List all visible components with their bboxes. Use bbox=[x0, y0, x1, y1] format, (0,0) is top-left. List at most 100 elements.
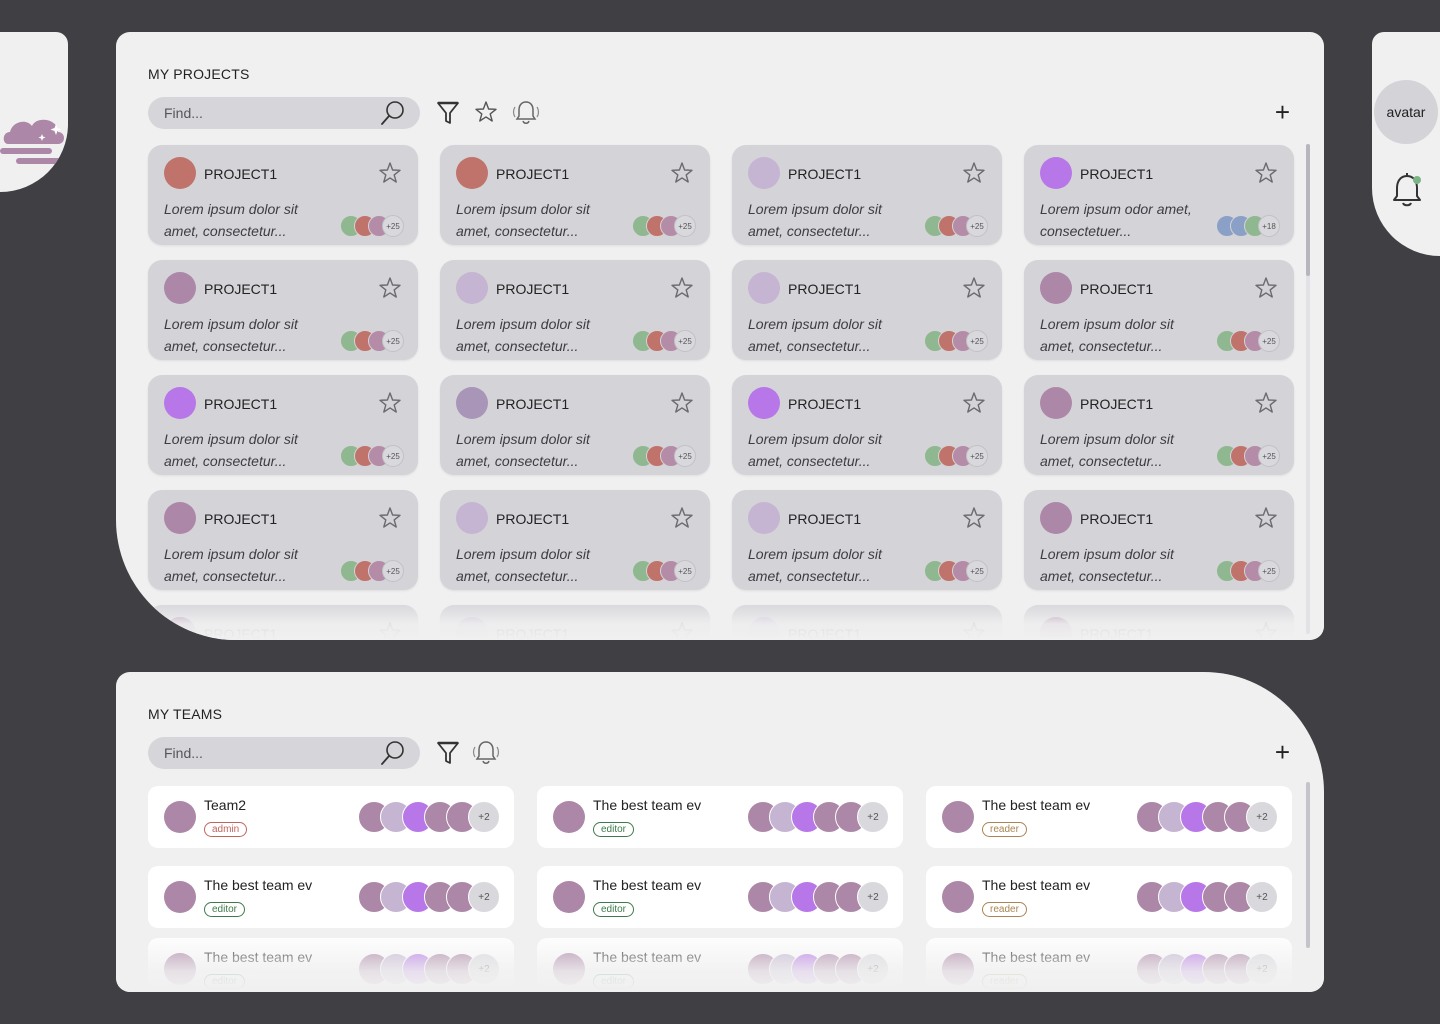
favorite-star-icon[interactable] bbox=[378, 391, 402, 415]
team-members[interactable]: +2 bbox=[1136, 801, 1278, 833]
project-members[interactable]: +25 bbox=[632, 215, 696, 237]
project-card[interactable]: PROJECT1Lorem ipsum dolor sit amet, cons… bbox=[440, 605, 710, 640]
favorite-star-icon[interactable] bbox=[670, 276, 694, 300]
favorite-star-icon[interactable] bbox=[378, 506, 402, 530]
project-members[interactable]: +25 bbox=[340, 330, 404, 352]
project-members[interactable]: +25 bbox=[924, 445, 988, 467]
add-team-button[interactable]: + bbox=[1275, 739, 1290, 765]
favorite-star-icon[interactable] bbox=[670, 161, 694, 185]
favorite-star-icon[interactable] bbox=[962, 391, 986, 415]
teams-scrollbar[interactable] bbox=[1306, 782, 1310, 948]
project-card[interactable]: PROJECT1Lorem ipsum dolor sit amet, cons… bbox=[1024, 605, 1294, 640]
team-members[interactable]: +2 bbox=[747, 953, 889, 985]
project-members[interactable]: +25 bbox=[340, 560, 404, 582]
favorites-star-icon[interactable] bbox=[474, 100, 498, 124]
project-card[interactable]: PROJECT1Lorem ipsum dolor sit amet, cons… bbox=[440, 260, 710, 360]
search-icon[interactable] bbox=[380, 740, 406, 766]
more-members-badge: +2 bbox=[1246, 801, 1278, 833]
projects-scrollbar-thumb[interactable] bbox=[1306, 144, 1310, 276]
project-card[interactable]: PROJECT1Lorem ipsum dolor sit amet, cons… bbox=[148, 145, 418, 245]
more-members-badge: +25 bbox=[382, 560, 404, 582]
project-card[interactable]: PROJECT1 Lorem ipsum odor amet, consectet… bbox=[1024, 145, 1294, 245]
favorite-star-icon[interactable] bbox=[962, 621, 986, 640]
favorite-star-icon[interactable] bbox=[1254, 621, 1278, 640]
team-members[interactable]: +2 bbox=[1136, 953, 1278, 985]
favorite-star-icon[interactable] bbox=[670, 621, 694, 640]
favorite-star-icon[interactable] bbox=[1254, 276, 1278, 300]
project-members[interactable]: +25 bbox=[632, 560, 696, 582]
project-card[interactable]: PROJECT1Lorem ipsum dolor sit amet, cons… bbox=[148, 375, 418, 475]
project-card[interactable]: PROJECT1Lorem ipsum dolor sit amet, cons… bbox=[1024, 490, 1294, 590]
team-members[interactable]: +2 bbox=[358, 881, 500, 913]
project-members[interactable]: +25 bbox=[340, 445, 404, 467]
project-card[interactable]: PROJECT1Lorem ipsum dolor sit amet, cons… bbox=[440, 490, 710, 590]
project-card[interactable]: PROJECT1Lorem ipsum dolor sit amet, cons… bbox=[1024, 260, 1294, 360]
project-card[interactable]: PROJECT1Lorem ipsum dolor sit amet, cons… bbox=[732, 490, 1002, 590]
team-card[interactable]: The best team ev editor +2 bbox=[537, 938, 903, 992]
project-members[interactable]: +25 bbox=[1216, 445, 1280, 467]
notifications-bell-icon[interactable] bbox=[472, 738, 500, 766]
filter-icon[interactable] bbox=[436, 740, 460, 766]
project-card[interactable]: PROJECT1Lorem ipsum dolor sit amet, cons… bbox=[148, 605, 418, 640]
favorite-star-icon[interactable] bbox=[378, 161, 402, 185]
project-card[interactable]: PROJECT1Lorem ipsum dolor sit amet, cons… bbox=[732, 375, 1002, 475]
projects-grid: PROJECT1 Lorem ipsum dolor sit amet, cons… bbox=[116, 144, 1324, 640]
filter-icon[interactable] bbox=[436, 100, 460, 126]
project-card[interactable]: PROJECT1Lorem ipsum dolor sit amet, cons… bbox=[732, 605, 1002, 640]
favorite-star-icon[interactable] bbox=[670, 391, 694, 415]
project-card[interactable]: PROJECT1Lorem ipsum dolor sit amet, cons… bbox=[440, 375, 710, 475]
notification-bell-icon[interactable] bbox=[1392, 172, 1422, 208]
team-card[interactable]: The best team ev reader +2 bbox=[926, 786, 1292, 848]
favorite-star-icon[interactable] bbox=[1254, 161, 1278, 185]
project-members[interactable]: +25 bbox=[1216, 330, 1280, 352]
project-card[interactable]: PROJECT1Lorem ipsum dolor sit amet, cons… bbox=[732, 145, 1002, 245]
team-card[interactable]: The best team ev editor +2 bbox=[537, 866, 903, 928]
project-members[interactable]: +25 bbox=[924, 215, 988, 237]
add-project-button[interactable]: + bbox=[1275, 99, 1290, 125]
project-members[interactable]: +25 bbox=[924, 330, 988, 352]
project-color-dot bbox=[164, 387, 196, 419]
favorite-star-icon[interactable] bbox=[962, 276, 986, 300]
team-members[interactable]: +2 bbox=[747, 801, 889, 833]
team-members[interactable]: +2 bbox=[1136, 881, 1278, 913]
favorite-star-icon[interactable] bbox=[962, 506, 986, 530]
team-avatar bbox=[942, 881, 974, 913]
teams-search[interactable] bbox=[148, 737, 420, 769]
cloud-logo-icon[interactable] bbox=[0, 110, 68, 176]
team-members[interactable]: +2 bbox=[747, 881, 889, 913]
project-members[interactable]: +25 bbox=[924, 560, 988, 582]
team-card[interactable]: The best team ev editor +2 bbox=[537, 786, 903, 848]
favorite-star-icon[interactable] bbox=[378, 276, 402, 300]
team-members[interactable]: +2 bbox=[358, 953, 500, 985]
team-members[interactable]: +2 bbox=[358, 801, 500, 833]
team-card[interactable]: The best team ev editor +2 bbox=[148, 938, 514, 992]
project-card[interactable]: PROJECT1Lorem ipsum dolor sit amet, cons… bbox=[440, 145, 710, 245]
teams-scrollbar-thumb[interactable] bbox=[1306, 782, 1310, 948]
avatar[interactable]: avatar bbox=[1374, 80, 1438, 144]
favorite-star-icon[interactable] bbox=[1254, 391, 1278, 415]
favorite-star-icon[interactable] bbox=[962, 161, 986, 185]
project-members[interactable]: +18 bbox=[1216, 215, 1280, 237]
project-card[interactable]: PROJECT1Lorem ipsum dolor sit amet, cons… bbox=[148, 260, 418, 360]
search-icon[interactable] bbox=[380, 100, 406, 126]
project-card[interactable]: PROJECT1Lorem ipsum dolor sit amet, cons… bbox=[732, 260, 1002, 360]
project-members[interactable]: +25 bbox=[632, 330, 696, 352]
notifications-bell-icon[interactable] bbox=[512, 98, 540, 126]
team-card[interactable]: The best team ev reader +2 bbox=[926, 938, 1292, 992]
projects-search-input[interactable] bbox=[164, 97, 374, 129]
projects-scrollbar[interactable] bbox=[1306, 144, 1310, 634]
project-card[interactable]: PROJECT1Lorem ipsum dolor sit amet, cons… bbox=[148, 490, 418, 590]
teams-search-input[interactable] bbox=[164, 737, 374, 769]
project-members[interactable]: +25 bbox=[340, 215, 404, 237]
project-description: Lorem ipsum odor amet, consectetuer... bbox=[1040, 201, 1192, 239]
team-card[interactable]: The best team ev editor +2 bbox=[148, 866, 514, 928]
favorite-star-icon[interactable] bbox=[378, 621, 402, 640]
projects-search[interactable] bbox=[148, 97, 420, 129]
team-card[interactable]: The best team ev reader +2 bbox=[926, 866, 1292, 928]
project-card[interactable]: PROJECT1Lorem ipsum dolor sit amet, cons… bbox=[1024, 375, 1294, 475]
project-members[interactable]: +25 bbox=[632, 445, 696, 467]
favorite-star-icon[interactable] bbox=[670, 506, 694, 530]
favorite-star-icon[interactable] bbox=[1254, 506, 1278, 530]
project-members[interactable]: +25 bbox=[1216, 560, 1280, 582]
team-card[interactable]: Team2 admin +2 bbox=[148, 786, 514, 848]
